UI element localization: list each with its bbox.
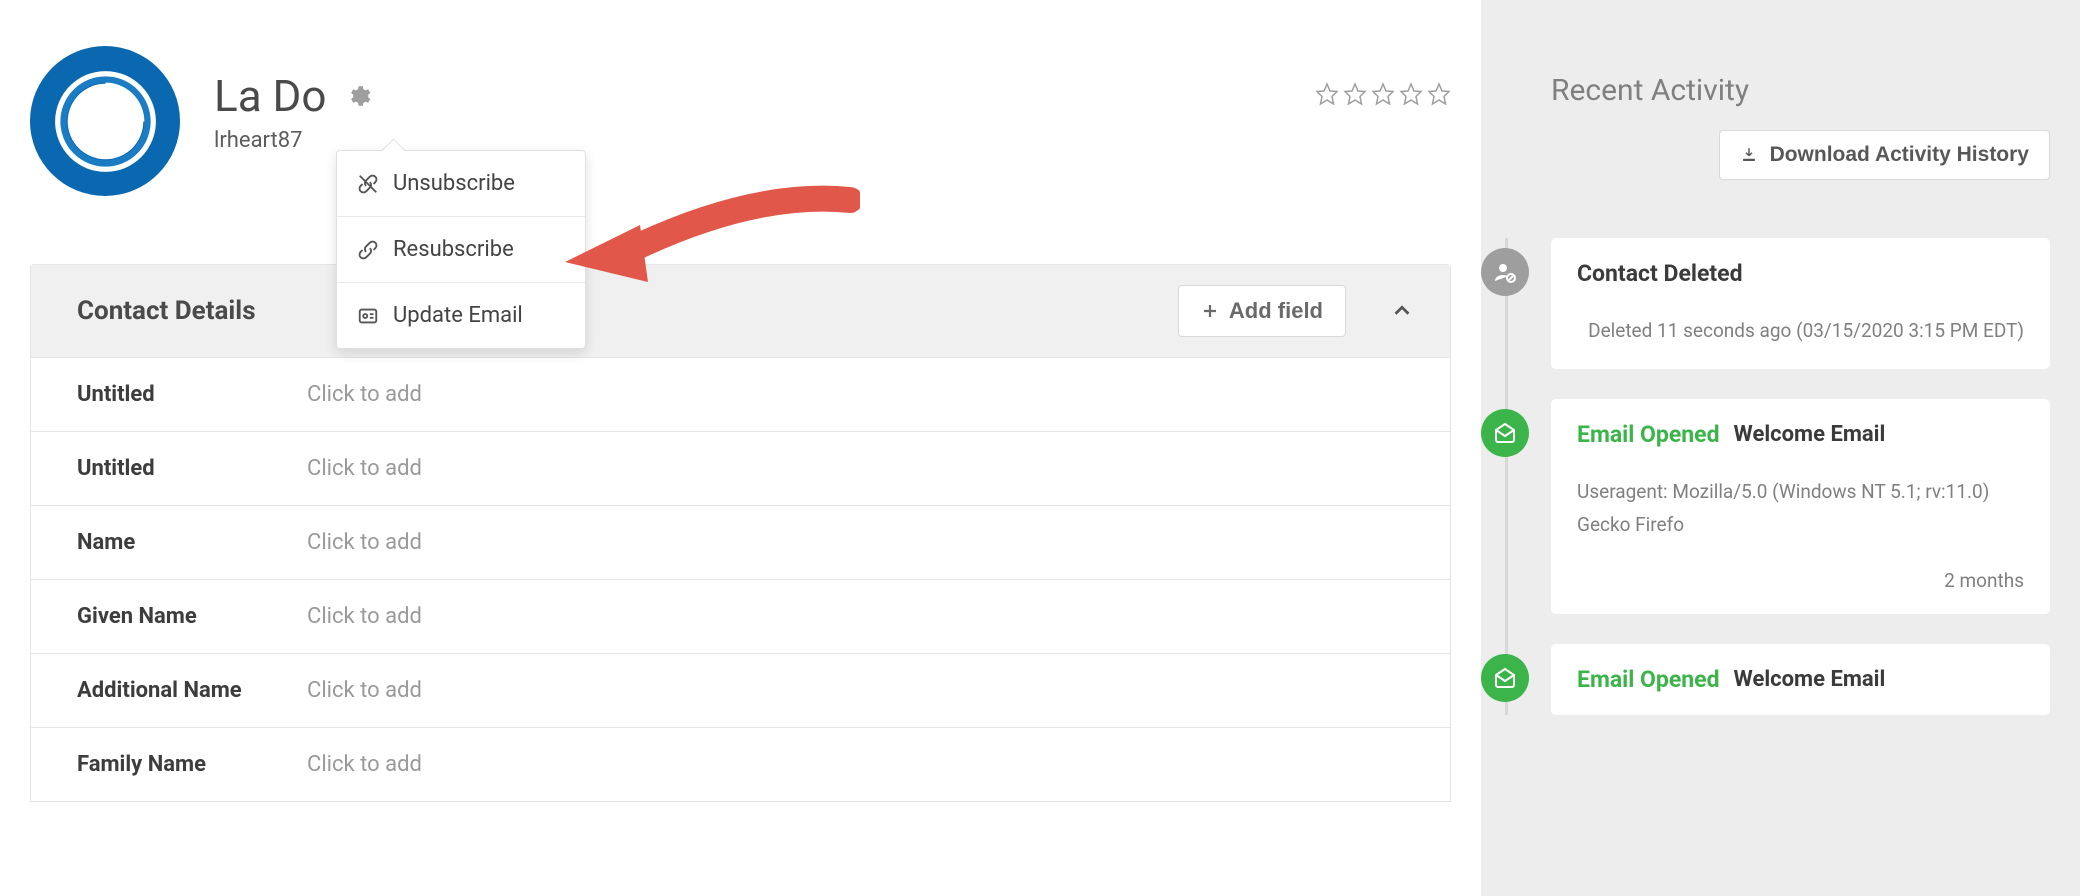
field-input[interactable]: Click to add xyxy=(307,456,422,481)
field-label: Given Name xyxy=(77,604,307,629)
menu-resubscribe[interactable]: Resubscribe xyxy=(337,217,585,283)
field-row: Additional Name Click to add xyxy=(31,654,1450,728)
menu-label: Unsubscribe xyxy=(393,171,515,196)
panel-title: Contact Details xyxy=(77,296,1178,326)
field-row: Given Name Click to add xyxy=(31,580,1450,654)
field-row: Name Click to add xyxy=(31,506,1450,580)
activity-title: Email Opened xyxy=(1577,666,1720,693)
contact-details-panel: Contact Details Add field Untitled Click… xyxy=(30,264,1451,802)
settings-dropdown: Unsubscribe Resubscribe Update Email xyxy=(336,150,586,349)
activity-subject: Welcome Email xyxy=(1734,422,1886,447)
field-row: Untitled Click to add xyxy=(31,432,1450,506)
menu-label: Update Email xyxy=(393,303,523,328)
activity-subject: Welcome Email xyxy=(1734,667,1886,692)
activity-sidebar: Recent Activity Download Activity Histor… xyxy=(1481,0,2080,896)
email-opened-icon xyxy=(1481,654,1529,702)
activity-title: Email Opened xyxy=(1577,421,1720,448)
activity-card: Email Opened Welcome Email xyxy=(1551,644,2050,715)
menu-update-email[interactable]: Update Email xyxy=(337,283,585,348)
gear-icon[interactable] xyxy=(345,83,371,109)
contact-name: La Do xyxy=(214,70,327,122)
contact-header: La Do lrheart87 xyxy=(30,46,1451,196)
activity-card: Contact Deleted Deleted 11 seconds ago (… xyxy=(1551,238,2050,369)
recent-activity-title: Recent Activity xyxy=(1551,73,2050,108)
add-field-button[interactable]: Add field xyxy=(1178,285,1346,337)
collapse-button[interactable] xyxy=(1372,286,1432,336)
user-deleted-icon xyxy=(1481,248,1529,296)
field-row: Family Name Click to add xyxy=(31,728,1450,802)
activity-body: Useragent: Mozilla/5.0 (Windows NT 5.1; … xyxy=(1577,476,2024,541)
star-icon[interactable] xyxy=(1371,82,1395,106)
menu-label: Resubscribe xyxy=(393,237,514,262)
field-label: Additional Name xyxy=(77,678,307,703)
field-input[interactable]: Click to add xyxy=(307,530,422,555)
field-input[interactable]: Click to add xyxy=(307,752,422,777)
avatar xyxy=(30,46,180,196)
email-opened-icon xyxy=(1481,409,1529,457)
star-icon[interactable] xyxy=(1315,82,1339,106)
field-label: Family Name xyxy=(77,752,307,777)
activity-body: Deleted 11 seconds ago (03/15/2020 3:15 … xyxy=(1577,315,2024,347)
add-field-label: Add field xyxy=(1229,298,1323,324)
field-label: Untitled xyxy=(77,456,307,481)
field-input[interactable]: Click to add xyxy=(307,678,422,703)
activity-title: Contact Deleted xyxy=(1577,260,1743,287)
rating-stars[interactable] xyxy=(1315,82,1451,106)
download-activity-button[interactable]: Download Activity History xyxy=(1719,130,2050,180)
field-input[interactable]: Click to add xyxy=(307,604,422,629)
star-icon[interactable] xyxy=(1343,82,1367,106)
star-icon[interactable] xyxy=(1427,82,1451,106)
activity-card: Email Opened Welcome Email Useragent: Mo… xyxy=(1551,399,2050,614)
field-label: Name xyxy=(77,530,307,555)
menu-unsubscribe[interactable]: Unsubscribe xyxy=(337,151,585,217)
field-label: Untitled xyxy=(77,382,307,407)
download-label: Download Activity History xyxy=(1770,143,2029,167)
field-input[interactable]: Click to add xyxy=(307,382,422,407)
field-row: Untitled Click to add xyxy=(31,358,1450,432)
activity-footer: 2 months xyxy=(1577,569,2024,592)
star-icon[interactable] xyxy=(1399,82,1423,106)
